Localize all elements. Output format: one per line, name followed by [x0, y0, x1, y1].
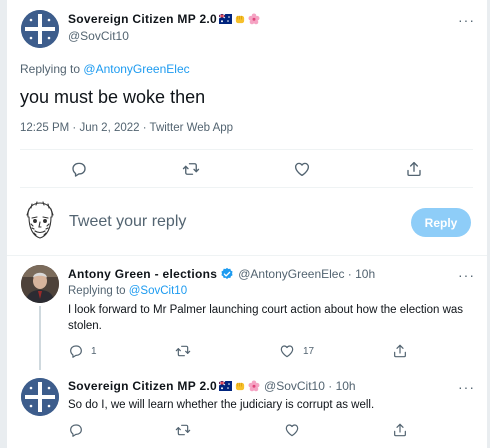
australian-flag-icon [219, 381, 233, 391]
reply-author-handle-time[interactable]: @AntonyGreenElec · 10h [238, 267, 375, 281]
user-avatar [21, 200, 59, 242]
retweet-icon[interactable] [172, 419, 194, 441]
like-icon[interactable] [276, 340, 298, 362]
replying-to-link[interactable]: @AntonyGreenElec [83, 62, 189, 76]
divider [20, 187, 473, 188]
reply-text: So do I, we will learn whether the judic… [68, 399, 375, 411]
tweet-text: you must be woke then [20, 87, 206, 107]
like-count: 17 [303, 346, 315, 357]
reply-count: 1 [91, 346, 97, 357]
sovcit-avatar[interactable] [21, 378, 59, 416]
cherry-blossom-icon [248, 13, 260, 25]
retweet-icon[interactable] [172, 340, 194, 362]
tweet-timestamp[interactable]: 12:25 PM · Jun 2, 2022 · Twitter Web App [20, 122, 233, 134]
sovcit-avatar[interactable] [21, 10, 59, 48]
like-icon[interactable] [281, 419, 303, 441]
tweet-thread: Sovereign Citizen MP 2.0 @SovCit10 ··· R… [7, 0, 487, 448]
cherry-blossom-icon [248, 380, 260, 392]
like-icon[interactable] [291, 158, 313, 180]
author-name[interactable]: Sovereign Citizen MP 2.0 [68, 12, 217, 26]
share-icon[interactable] [403, 158, 425, 180]
thread-connector [39, 306, 41, 370]
replying-to-label: Replying to [20, 62, 81, 76]
reply-button[interactable]: Reply [411, 208, 471, 237]
australian-flag-icon [219, 14, 233, 24]
share-icon[interactable] [389, 419, 411, 441]
antony-green-avatar[interactable] [21, 265, 59, 303]
reply-author-handle-time[interactable]: @SovCit10 · 10h [264, 379, 356, 393]
reply-author-name[interactable]: Sovereign Citizen MP 2.0 [68, 379, 217, 393]
retweet-icon[interactable] [180, 158, 202, 180]
author-handle[interactable]: @SovCit10 [68, 29, 129, 43]
more-options-icon[interactable]: ··· [458, 268, 475, 282]
reply-icon[interactable] [65, 419, 87, 441]
replying-to-link[interactable]: @SovCit10 [129, 285, 187, 297]
reply-icon[interactable] [65, 340, 87, 362]
more-options-icon[interactable]: ··· [458, 13, 475, 27]
raised-fist-icon [235, 382, 245, 390]
raised-fist-icon [235, 15, 245, 23]
divider [7, 255, 487, 256]
share-icon[interactable] [389, 340, 411, 362]
reply-composer-input[interactable]: Tweet your reply [69, 213, 186, 231]
divider [20, 149, 473, 150]
more-options-icon[interactable]: ··· [458, 380, 475, 394]
reply-text: I look forward to Mr Palmer launching co… [68, 304, 464, 332]
reply-icon[interactable] [68, 158, 90, 180]
replying-to-label: Replying to [68, 285, 126, 297]
reply-author-name[interactable]: Antony Green - elections [68, 267, 217, 281]
verified-badge-icon [221, 267, 233, 279]
